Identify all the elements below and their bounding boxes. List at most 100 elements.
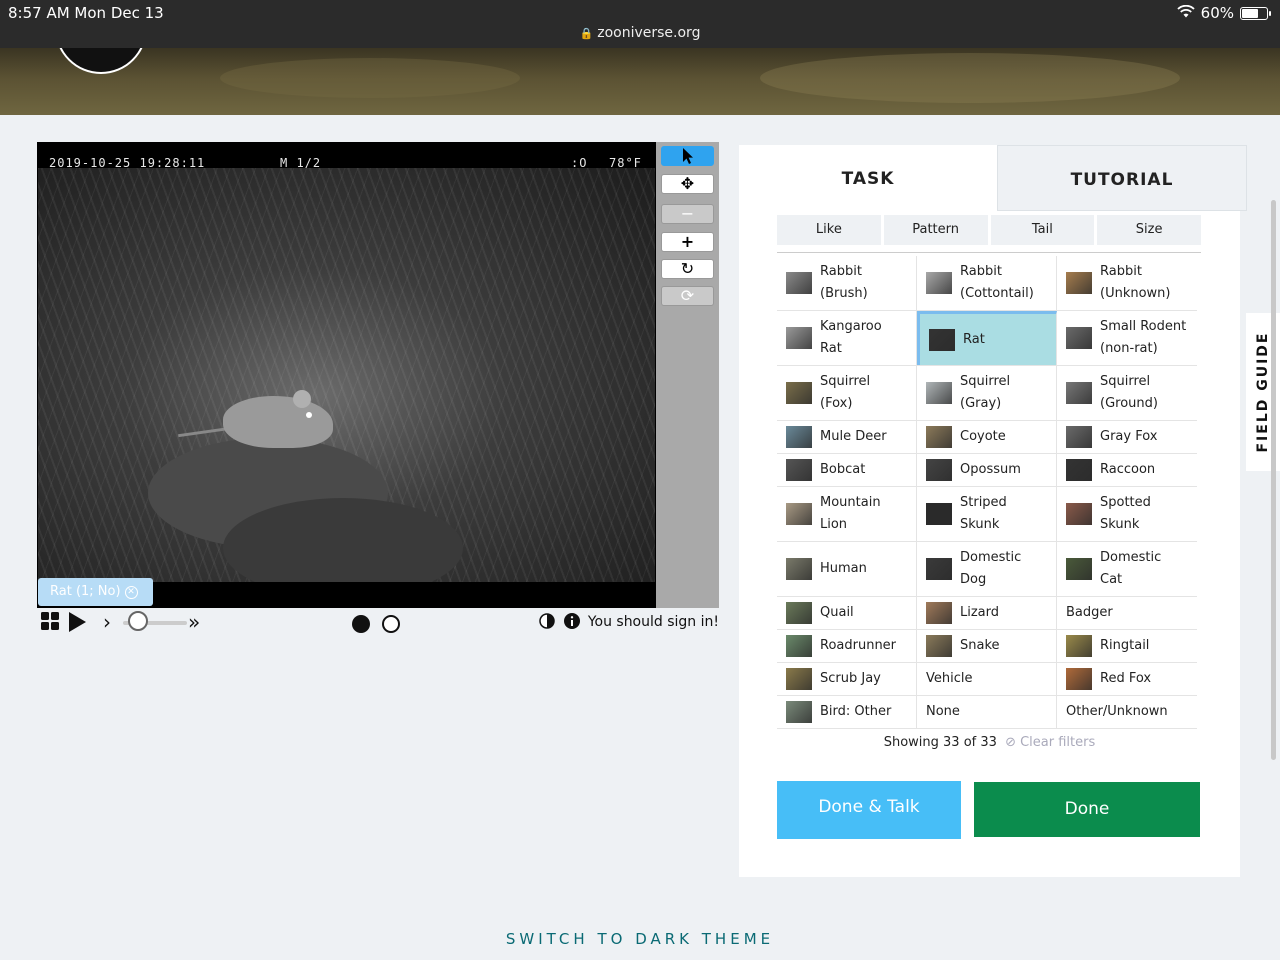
slider-handle[interactable] (128, 611, 148, 631)
filter-tail[interactable]: Tail (990, 215, 1095, 245)
species-label: Spotted Skunk (1100, 492, 1151, 536)
species-choice[interactable]: Rabbit (Cottontail) (917, 256, 1057, 310)
species-label: Roadrunner (820, 635, 896, 657)
species-choice[interactable]: Bird: Other (777, 696, 917, 728)
species-thumbnail (926, 503, 952, 525)
pointer-tool-button[interactable] (661, 146, 714, 166)
species-choice[interactable]: Ringtail (1057, 630, 1197, 662)
subject-image[interactable] (38, 168, 655, 582)
species-row: Quail Lizard Badger (777, 597, 1197, 630)
species-label-line1: None (926, 704, 960, 719)
species-label-line2: (Ground) (1100, 396, 1158, 411)
species-thumbnail (929, 328, 955, 351)
species-label-line1: Lizard (960, 605, 1000, 620)
address-bar[interactable]: 🔒 zooniverse.org (0, 25, 1280, 41)
fast-forward-icon[interactable]: » (188, 610, 200, 634)
species-label-line1: Rabbit (960, 264, 1002, 279)
frame-dot-1[interactable] (352, 615, 370, 633)
species-choice[interactable]: Rabbit (Brush) (777, 256, 917, 310)
species-choice[interactable]: Domestic Dog (917, 542, 1057, 596)
species-thumbnail (786, 426, 812, 448)
species-choice[interactable]: Scrub Jay (777, 663, 917, 695)
species-label-line1: Vehicle (926, 671, 973, 686)
species-thumbnail (1066, 382, 1092, 404)
clear-filters-link[interactable]: ⊘ Clear filters (1005, 735, 1095, 750)
done-button[interactable]: Done (974, 782, 1200, 837)
species-choice[interactable]: Squirrel (Fox) (777, 366, 917, 420)
species-choice[interactable]: Opossum (917, 454, 1057, 486)
species-thumbnail (926, 426, 952, 448)
species-label-line2: (Cottontail) (960, 286, 1034, 301)
species-choice[interactable]: Red Fox (1057, 663, 1197, 695)
species-choice[interactable]: Bobcat (777, 454, 917, 486)
species-thumbnail (926, 602, 952, 624)
species-thumbnail (786, 503, 812, 525)
species-choice[interactable]: Raccoon (1057, 454, 1197, 486)
page-scrollbar[interactable] (1271, 200, 1276, 760)
invert-icon[interactable] (539, 613, 555, 633)
tab-tutorial[interactable]: TUTORIAL (997, 145, 1247, 211)
species-choice[interactable]: Mountain Lion (777, 487, 917, 541)
species-thumbnail (926, 558, 952, 580)
filter-size[interactable]: Size (1097, 215, 1201, 245)
species-choice[interactable]: None (917, 696, 1057, 728)
species-choice[interactable]: Domestic Cat (1057, 542, 1197, 596)
species-choice[interactable]: Small Rodent (non-rat) (1057, 311, 1197, 365)
species-label-line1: Opossum (960, 462, 1021, 477)
species-choice[interactable]: Rat (917, 311, 1057, 365)
switch-dark-theme-link[interactable]: SWITCH TO DARK THEME (0, 930, 1280, 948)
remove-tag-icon[interactable]: ✕ (124, 586, 138, 599)
species-label: Red Fox (1100, 668, 1151, 690)
rotate-button[interactable]: ↻ (661, 259, 714, 279)
task-panel: TASK TUTORIAL Like Pattern Tail Size Rab… (739, 145, 1247, 877)
done-and-talk-button[interactable]: Done & Talk (777, 781, 961, 839)
species-label: Domestic Dog (960, 547, 1021, 591)
species-label-line1: Bobcat (820, 462, 866, 477)
grid-view-icon[interactable] (41, 612, 59, 634)
species-label: Rabbit (Brush) (820, 261, 868, 305)
species-choice[interactable]: Human (777, 542, 917, 596)
step-forward-icon[interactable]: › (103, 610, 111, 634)
play-icon[interactable] (67, 611, 87, 637)
pan-tool-button[interactable]: ✥ (661, 174, 714, 194)
species-choice[interactable]: Striped Skunk (917, 487, 1057, 541)
status-right: 60% (1177, 4, 1271, 22)
species-row: Scrub Jay Vehicle Red Fox (777, 663, 1197, 696)
species-choice[interactable]: Squirrel (Ground) (1057, 366, 1197, 420)
species-choice[interactable]: Squirrel (Gray) (917, 366, 1057, 420)
species-choice[interactable]: Rabbit (Unknown) (1057, 256, 1197, 310)
species-thumbnail (926, 272, 952, 294)
info-icon[interactable] (564, 613, 580, 633)
species-label: Ringtail (1100, 635, 1149, 657)
species-choice[interactable]: Roadrunner (777, 630, 917, 662)
species-choice[interactable]: Snake (917, 630, 1057, 662)
signin-notice: You should sign in! (587, 614, 719, 630)
filter-like[interactable]: Like (777, 215, 881, 245)
filter-pattern[interactable]: Pattern (883, 215, 988, 245)
species-choice[interactable]: Coyote (917, 421, 1057, 453)
battery-icon (1240, 6, 1271, 20)
species-choice[interactable]: Lizard (917, 597, 1057, 629)
reset-button[interactable]: ⟳ (661, 286, 714, 306)
project-logo[interactable] (55, 48, 147, 74)
species-choice[interactable]: Vehicle (917, 663, 1057, 695)
zoom-out-button[interactable]: − (661, 204, 714, 224)
species-thumbnail (926, 382, 952, 404)
species-choice[interactable]: Spotted Skunk (1057, 487, 1197, 541)
species-choice[interactable]: Other/Unknown (1057, 696, 1197, 728)
zoom-in-button[interactable]: + (661, 232, 714, 252)
species-label: Lizard (960, 602, 999, 624)
species-choice[interactable]: Quail (777, 597, 917, 629)
species-thumbnail (786, 327, 812, 349)
species-thumbnail (1066, 327, 1092, 349)
species-label-line1: Domestic (1100, 550, 1162, 565)
frame-dot-2[interactable] (382, 615, 400, 633)
species-choice[interactable]: Badger (1057, 597, 1197, 629)
species-choice[interactable]: Gray Fox (1057, 421, 1197, 453)
species-label: Other/Unknown (1066, 701, 1168, 723)
species-choice[interactable]: Kangaroo Rat (777, 311, 917, 365)
subject-viewer[interactable]: 2019-10-25 19:28:11 M 1/2 :O 78°F (37, 142, 656, 608)
tab-task[interactable]: TASK (739, 145, 997, 211)
species-choice[interactable]: Mule Deer (777, 421, 917, 453)
annotation-tag[interactable]: Rat (1; No) ✕ (38, 578, 153, 606)
